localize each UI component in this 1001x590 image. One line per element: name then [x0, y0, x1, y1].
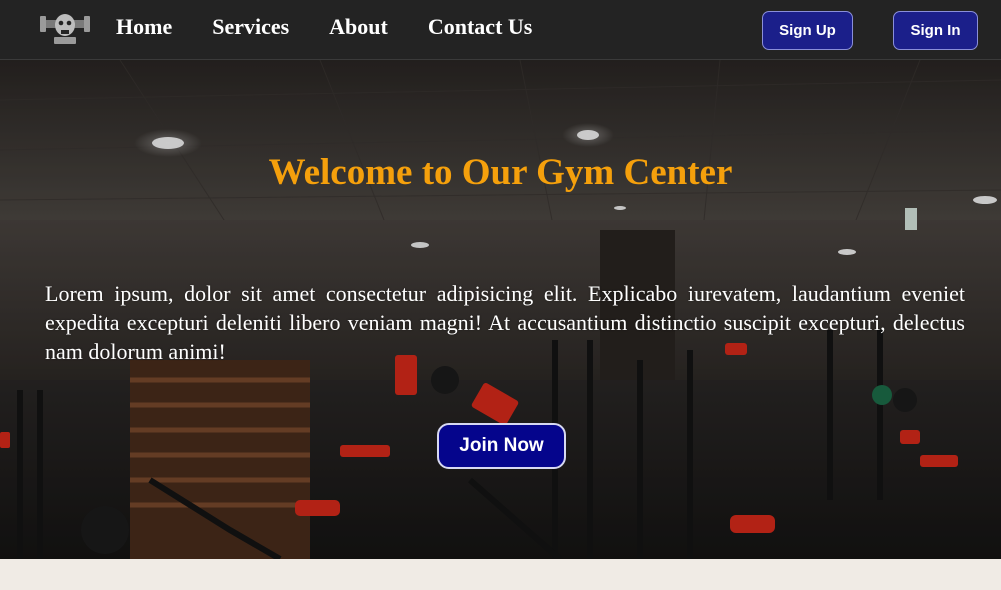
- nav-contact-link[interactable]: Contact Us: [428, 13, 533, 41]
- hero-title: Welcome to Our Gym Center: [268, 152, 733, 193]
- page-bottom-section: [0, 559, 1001, 590]
- main-nav: Home Services About Contact Us: [116, 13, 572, 41]
- navbar: Home Services About Contact Us Sign Up S…: [0, 0, 1001, 60]
- fitness-club-logo[interactable]: [40, 10, 90, 46]
- hero-section: Welcome to Our Gym Center Lorem ipsum, d…: [0, 60, 1001, 559]
- nav-services-link[interactable]: Services: [212, 13, 289, 41]
- sign-in-button[interactable]: Sign In: [893, 11, 978, 50]
- sign-up-button[interactable]: Sign Up: [762, 11, 853, 50]
- join-now-button[interactable]: Join Now: [437, 423, 566, 469]
- nav-home-link[interactable]: Home: [116, 13, 172, 41]
- nav-about-link[interactable]: About: [329, 13, 388, 41]
- hero-description: Lorem ipsum, dolor sit amet consectetur …: [45, 281, 965, 364]
